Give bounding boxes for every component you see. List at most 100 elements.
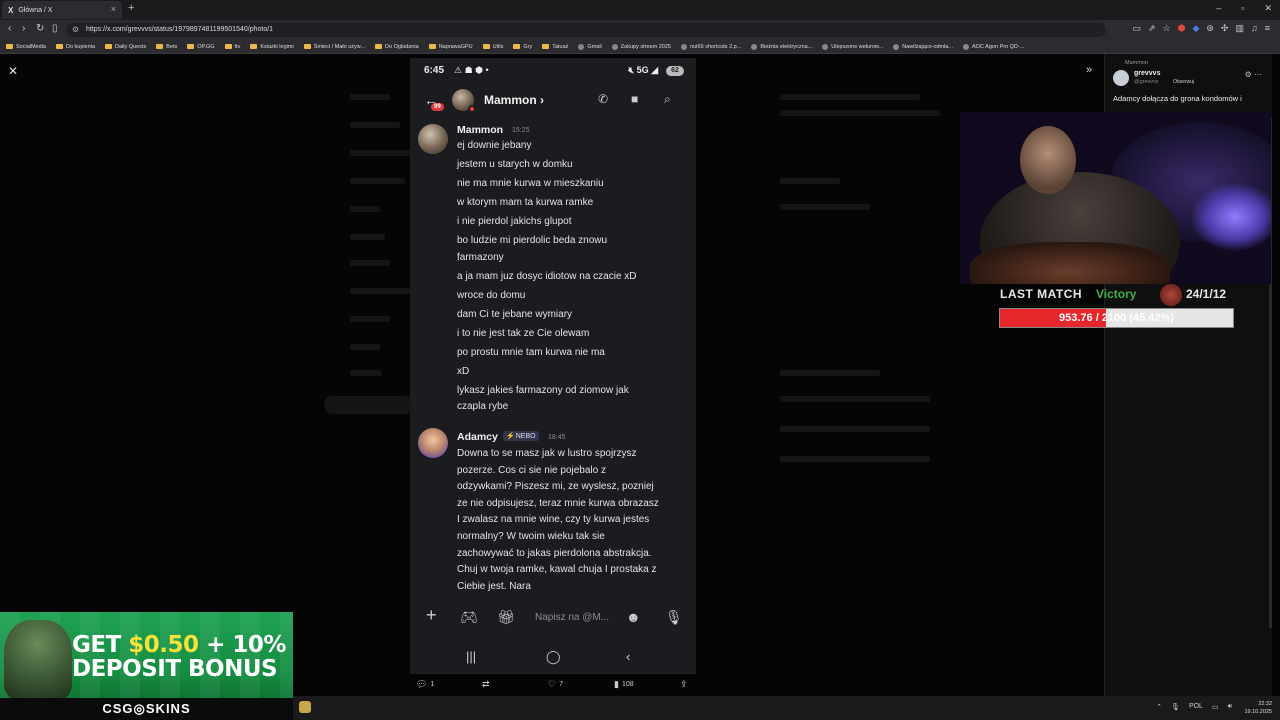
message-line: i nie pierdol jakichs glupot: [457, 216, 572, 227]
message-timestamp: 18:45: [548, 434, 566, 441]
close-icon[interactable]: ✕: [8, 64, 18, 78]
app-icon[interactable]: [299, 701, 311, 713]
url-input[interactable]: ⚙ https://x.com/grevvvs/status/197989748…: [66, 23, 1106, 37]
back-icon[interactable]: ‹: [8, 23, 11, 34]
window-close-icon[interactable]: ✕: [1264, 3, 1272, 14]
plus-icon[interactable]: +: [426, 605, 437, 626]
recent-apps-icon[interactable]: |||: [466, 649, 476, 664]
repost-button[interactable]: ⇄: [482, 679, 493, 690]
gift-icon[interactable]: 🎁︎: [497, 609, 515, 626]
views-button[interactable]: ▮ 108: [614, 679, 634, 690]
brave-shield-icon[interactable]: ⬢: [1178, 23, 1186, 34]
menu-icon[interactable]: ≡: [1265, 23, 1270, 34]
avatar[interactable]: [452, 89, 476, 113]
bookmark-item[interactable]: Bieżnia elektryczna...: [751, 43, 812, 50]
message-author[interactable]: Mammon: [457, 124, 503, 136]
bookmark-label: Nawilżająco-odmła...: [902, 43, 954, 50]
message-line: wroce do domu: [457, 289, 526, 301]
author-name[interactable]: grevvvs: [1134, 70, 1160, 77]
share-button[interactable]: ⇪: [680, 679, 688, 690]
message-line: ej downie jebany: [457, 140, 532, 151]
emoji-icon[interactable]: ☻: [626, 609, 641, 625]
more-options-icon[interactable]: ⚙ ⋯: [1245, 70, 1262, 79]
tweet-text: Adamcy dołącza do grona kondomów i: [1113, 94, 1242, 103]
bookmark-item[interactable]: nut65 shortcuts 2.p...: [680, 43, 741, 50]
browser-tab[interactable]: X Główna / X ×: [2, 1, 122, 19]
bookmark-item[interactable]: NaprawaGPU: [428, 44, 473, 50]
new-tab-button[interactable]: +: [128, 2, 134, 14]
message-timestamp: 15:25: [512, 127, 530, 134]
tab-close-icon[interactable]: ×: [111, 4, 116, 14]
follow-button[interactable]: Obserwuj: [1173, 79, 1194, 85]
extension-shield-icon[interactable]: ◆: [1192, 23, 1199, 34]
bookmark-item[interactable]: Tatuaż: [542, 44, 568, 50]
bookmark-item[interactable]: OP.GG: [187, 43, 215, 50]
bookmark-icon[interactable]: ▯: [52, 23, 58, 34]
message-line: w ktorym mam ta kurwa ramke: [457, 197, 594, 208]
bookmark-label: Zakupy stream 2025: [620, 43, 671, 50]
message-author[interactable]: Adamcy: [457, 431, 498, 443]
expand-panel-icon[interactable]: »: [1086, 64, 1092, 76]
media-icon[interactable]: ♫: [1251, 23, 1258, 34]
bookmark-item[interactable]: AOC Agon Pro QD-...: [963, 43, 1024, 50]
network-label: 5G: [636, 65, 649, 75]
bookmark-item[interactable]: Gry: [513, 44, 532, 50]
folder-icon: [542, 44, 550, 49]
clock-time: 22:32: [1258, 701, 1272, 707]
bookmark-label: Gmail: [587, 43, 602, 50]
bookmark-item[interactable]: Daily Quests: [105, 44, 146, 50]
author-handle[interactable]: @grevvvs: [1134, 79, 1159, 85]
microphone-icon[interactable]: 🎙︎: [665, 609, 683, 626]
phone-call-icon[interactable]: ✆: [598, 92, 608, 106]
bookmark-item[interactable]: ttv: [224, 44, 240, 50]
bookmark-item[interactable]: Utils: [482, 44, 503, 50]
network-tray-icon[interactable]: ▭: [1212, 703, 1219, 711]
extension-icon[interactable]: ⊛: [1206, 23, 1214, 34]
reload-icon[interactable]: ↻: [36, 23, 44, 34]
avatar[interactable]: [1113, 70, 1129, 86]
replying-to-label[interactable]: Mammon: [1125, 60, 1148, 66]
like-button[interactable]: ♡ 7: [548, 679, 563, 690]
back-nav-icon[interactable]: ‹: [626, 649, 630, 664]
install-app-icon[interactable]: ▭: [1132, 23, 1141, 34]
bookmark-label: OP.GG: [197, 43, 215, 50]
video-call-icon[interactable]: ■: [631, 92, 638, 106]
bookmark-item[interactable]: Do Ogladania: [375, 44, 419, 50]
promo-banner[interactable]: GET $0.50 + 10% DEPOSIT BONUS CSG◎SKINS: [0, 612, 293, 720]
bookmark-item[interactable]: Gmail: [578, 43, 602, 50]
reply-button[interactable]: 💬︎ 1: [416, 679, 434, 690]
dm-title[interactable]: Mammon ›: [484, 93, 544, 107]
tray-arrow-icon[interactable]: ⌃: [1156, 703, 1162, 711]
gamepad-icon[interactable]: 🎮︎: [460, 609, 478, 626]
bookmark-item[interactable]: Zakupy stream 2025: [611, 43, 671, 50]
bookmark-item[interactable]: Śmieci / Mało używ...: [303, 44, 365, 50]
message-line: dam Ci te jebane wymiary: [457, 308, 573, 320]
minimize-icon[interactable]: –: [1216, 3, 1221, 14]
volume-icon[interactable]: 🔊︎: [1228, 703, 1232, 711]
avatar[interactable]: [418, 428, 448, 458]
forward-icon[interactable]: ›: [22, 23, 25, 34]
share-icon[interactable]: ⇗: [1148, 23, 1156, 34]
site-info-icon[interactable]: ⚙: [72, 23, 79, 37]
system-tray: ⌃ 🎙︎ POL ▭ 🔊︎: [1156, 703, 1232, 711]
avatar[interactable]: [418, 124, 448, 154]
bookmark-label: Ulepszone welurow...: [831, 43, 884, 50]
language-indicator[interactable]: POL: [1189, 703, 1203, 711]
bookmark-item[interactable]: Ulepszone welurow...: [822, 43, 884, 50]
bookmark-item[interactable]: Bets: [156, 44, 177, 50]
bookmark-item[interactable]: Nawilżająco-odmła...: [893, 43, 954, 50]
maximize-icon[interactable]: ▫: [1241, 3, 1244, 14]
sidebar-icon[interactable]: ▥: [1235, 23, 1244, 34]
puzzle-icon[interactable]: ✣: [1221, 23, 1229, 34]
heart-icon: ♡: [548, 679, 557, 689]
message-line: czapla rybe: [457, 401, 509, 412]
clock[interactable]: 22:32 19.10.2025: [1244, 700, 1272, 716]
bookmark-item[interactable]: Do kupienia: [55, 44, 95, 50]
microphone-tray-icon[interactable]: 🎙︎: [1171, 703, 1180, 711]
favorite-star-icon[interactable]: ☆: [1163, 23, 1171, 34]
bookmark-item[interactable]: Ksiazki legimi: [250, 44, 294, 50]
dm-header: ← 99 Mammon › ✆ ■ ⌕: [410, 84, 696, 118]
search-icon[interactable]: ⌕: [664, 92, 671, 107]
bookmark-item[interactable]: SocialMedia: [6, 44, 46, 50]
home-icon[interactable]: ◯: [546, 649, 561, 665]
